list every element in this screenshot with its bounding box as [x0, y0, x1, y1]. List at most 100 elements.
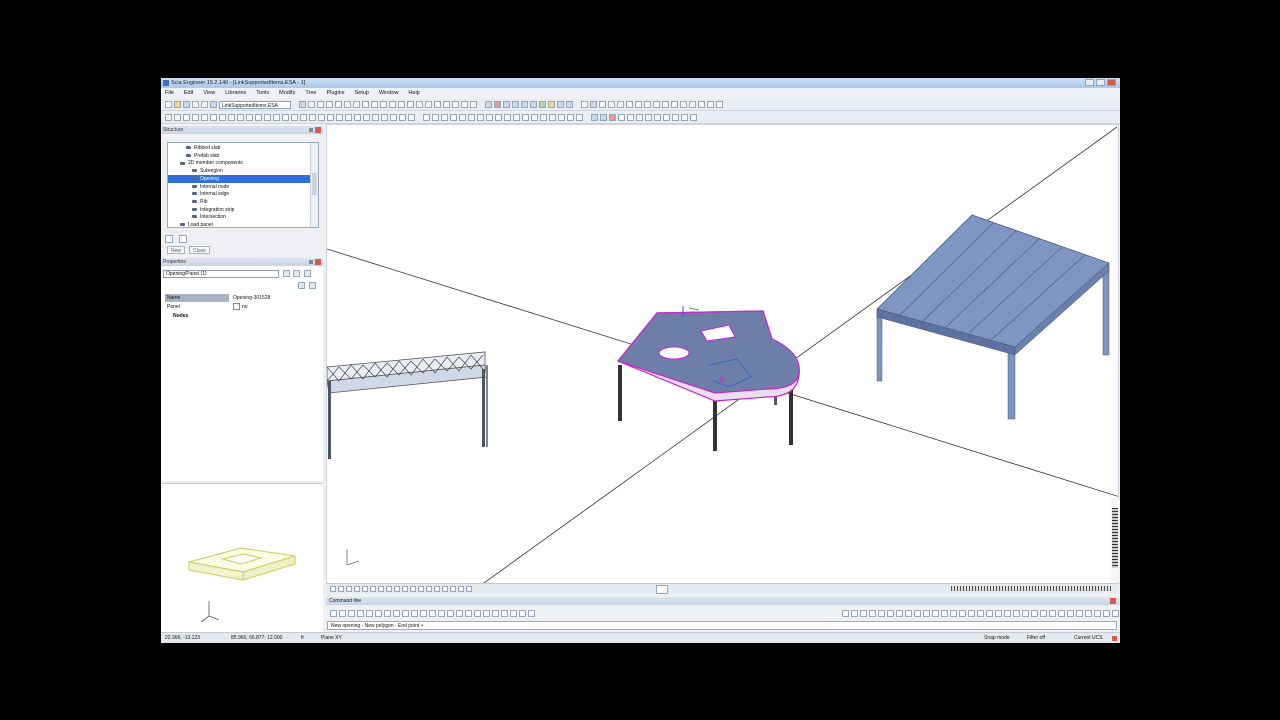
tool-icon[interactable]	[627, 114, 634, 121]
view-icon[interactable]	[707, 101, 714, 108]
tool-icon[interactable]	[219, 114, 226, 121]
tree-item[interactable]: Intersection	[168, 213, 310, 221]
close-icon[interactable]	[1107, 79, 1116, 86]
tool-icon[interactable]	[308, 101, 315, 108]
zoom-out-icon[interactable]	[512, 101, 519, 108]
tool-icon[interactable]	[336, 114, 343, 121]
node-icon[interactable]	[494, 101, 501, 108]
tool-icon[interactable]	[299, 101, 306, 108]
tool-icon[interactable]	[567, 114, 574, 121]
project-icon[interactable]	[210, 101, 217, 108]
tool-icon[interactable]	[309, 114, 316, 121]
cmd-tool-icon[interactable]	[384, 609, 391, 617]
cmd-tool-icon[interactable]	[474, 609, 481, 617]
snap-icon[interactable]	[1058, 609, 1065, 617]
snap-icon[interactable]	[1094, 609, 1101, 617]
horizontal-scroll-thumb[interactable]	[656, 585, 668, 594]
menu-tree[interactable]: Tree	[305, 90, 316, 96]
property-value[interactable]: no	[233, 303, 248, 312]
view-tool-icon[interactable]	[346, 585, 352, 592]
tool-icon[interactable]	[363, 114, 370, 121]
tool-icon[interactable]	[381, 114, 388, 121]
view-icon[interactable]	[557, 101, 564, 108]
snap-icon[interactable]	[1022, 609, 1029, 617]
cmd-tool-icon[interactable]	[366, 609, 373, 617]
save-icon[interactable]	[183, 101, 190, 108]
tool-icon[interactable]	[452, 101, 459, 108]
cmd-tool-icon[interactable]	[528, 609, 535, 617]
tool-icon[interactable]	[470, 101, 477, 108]
tool-icon[interactable]	[264, 114, 271, 121]
property-row[interactable]: Name Opening-301528	[163, 294, 321, 303]
view-icon[interactable]	[608, 101, 615, 108]
tool-icon[interactable]	[636, 114, 643, 121]
tool-icon[interactable]	[522, 114, 529, 121]
cmd-tool-icon[interactable]	[519, 609, 526, 617]
tool-icon[interactable]	[399, 114, 406, 121]
tool-icon[interactable]	[645, 114, 652, 121]
cmd-tool-icon[interactable]	[375, 609, 382, 617]
tree-item[interactable]: Rib	[168, 198, 310, 206]
snap-icon[interactable]	[977, 609, 984, 617]
tree-item[interactable]: Subregion	[168, 167, 310, 175]
snap-icon[interactable]	[1040, 609, 1047, 617]
view-icon[interactable]	[617, 101, 624, 108]
cmd-tool-icon[interactable]	[339, 609, 346, 617]
tool-icon[interactable]	[192, 114, 199, 121]
tool-icon[interactable]	[531, 114, 538, 121]
model-viewport[interactable]	[326, 124, 1119, 587]
tool-icon[interactable]	[398, 101, 405, 108]
new-file-icon[interactable]	[165, 101, 172, 108]
tree-view-icon[interactable]	[165, 235, 173, 243]
project-combo[interactable]: LinkSupportedItems.ESA	[219, 100, 291, 109]
view-tool-icon[interactable]	[338, 585, 344, 592]
view-tool-icon[interactable]	[402, 585, 408, 592]
cmd-tool-icon[interactable]	[438, 609, 445, 617]
tool-icon[interactable]	[407, 101, 414, 108]
tool-icon[interactable]	[353, 101, 360, 108]
cmd-tool-icon[interactable]	[420, 609, 427, 617]
snap-icon[interactable]	[887, 609, 894, 617]
tool-icon[interactable]	[690, 114, 697, 121]
view-tool-icon[interactable]	[418, 585, 424, 592]
snap-icon[interactable]	[959, 609, 966, 617]
tool-icon[interactable]	[513, 114, 520, 121]
settings-icon[interactable]	[304, 270, 311, 277]
property-section[interactable]: Nodes	[163, 312, 321, 321]
tool-icon[interactable]	[326, 101, 333, 108]
tool-icon[interactable]	[468, 114, 475, 121]
view-tool-icon[interactable]	[466, 585, 472, 592]
tool-icon[interactable]	[486, 114, 493, 121]
property-value[interactable]: Opening-301528	[233, 294, 270, 303]
panel-checkbox[interactable]	[233, 303, 240, 311]
tree-item[interactable]: Internal edge	[168, 190, 310, 198]
tree-item[interactable]: 2D member components	[168, 159, 310, 167]
tool-icon[interactable]	[600, 114, 607, 121]
menu-view[interactable]: View	[203, 90, 215, 96]
tree-item[interactable]: Internal node	[168, 183, 310, 191]
tool-icon[interactable]	[344, 101, 351, 108]
filter-icon[interactable]	[293, 270, 300, 277]
tool-icon[interactable]	[354, 114, 361, 121]
snap-icon[interactable]	[869, 609, 876, 617]
menu-setup[interactable]: Setup	[354, 90, 368, 96]
view-tool-icon[interactable]	[330, 585, 336, 592]
view-tool-icon[interactable]	[450, 585, 456, 592]
snap-icon[interactable]	[1103, 609, 1110, 617]
snap-icon[interactable]	[914, 609, 921, 617]
view-tool-icon[interactable]	[426, 585, 432, 592]
tool-icon[interactable]	[345, 114, 352, 121]
cmd-tool-icon[interactable]	[330, 609, 337, 617]
view-icon[interactable]	[671, 101, 678, 108]
view-icon[interactable]	[644, 101, 651, 108]
snap-icon[interactable]	[986, 609, 993, 617]
tool-icon[interactable]	[477, 114, 484, 121]
tool-icon[interactable]	[423, 114, 430, 121]
tool-icon[interactable]	[450, 114, 457, 121]
tool-icon[interactable]	[609, 114, 616, 121]
tool-icon[interactable]	[246, 114, 253, 121]
light-icon[interactable]	[548, 101, 555, 108]
tool-icon[interactable]	[291, 114, 298, 121]
tool-icon[interactable]	[362, 101, 369, 108]
tool-icon[interactable]	[174, 114, 181, 121]
